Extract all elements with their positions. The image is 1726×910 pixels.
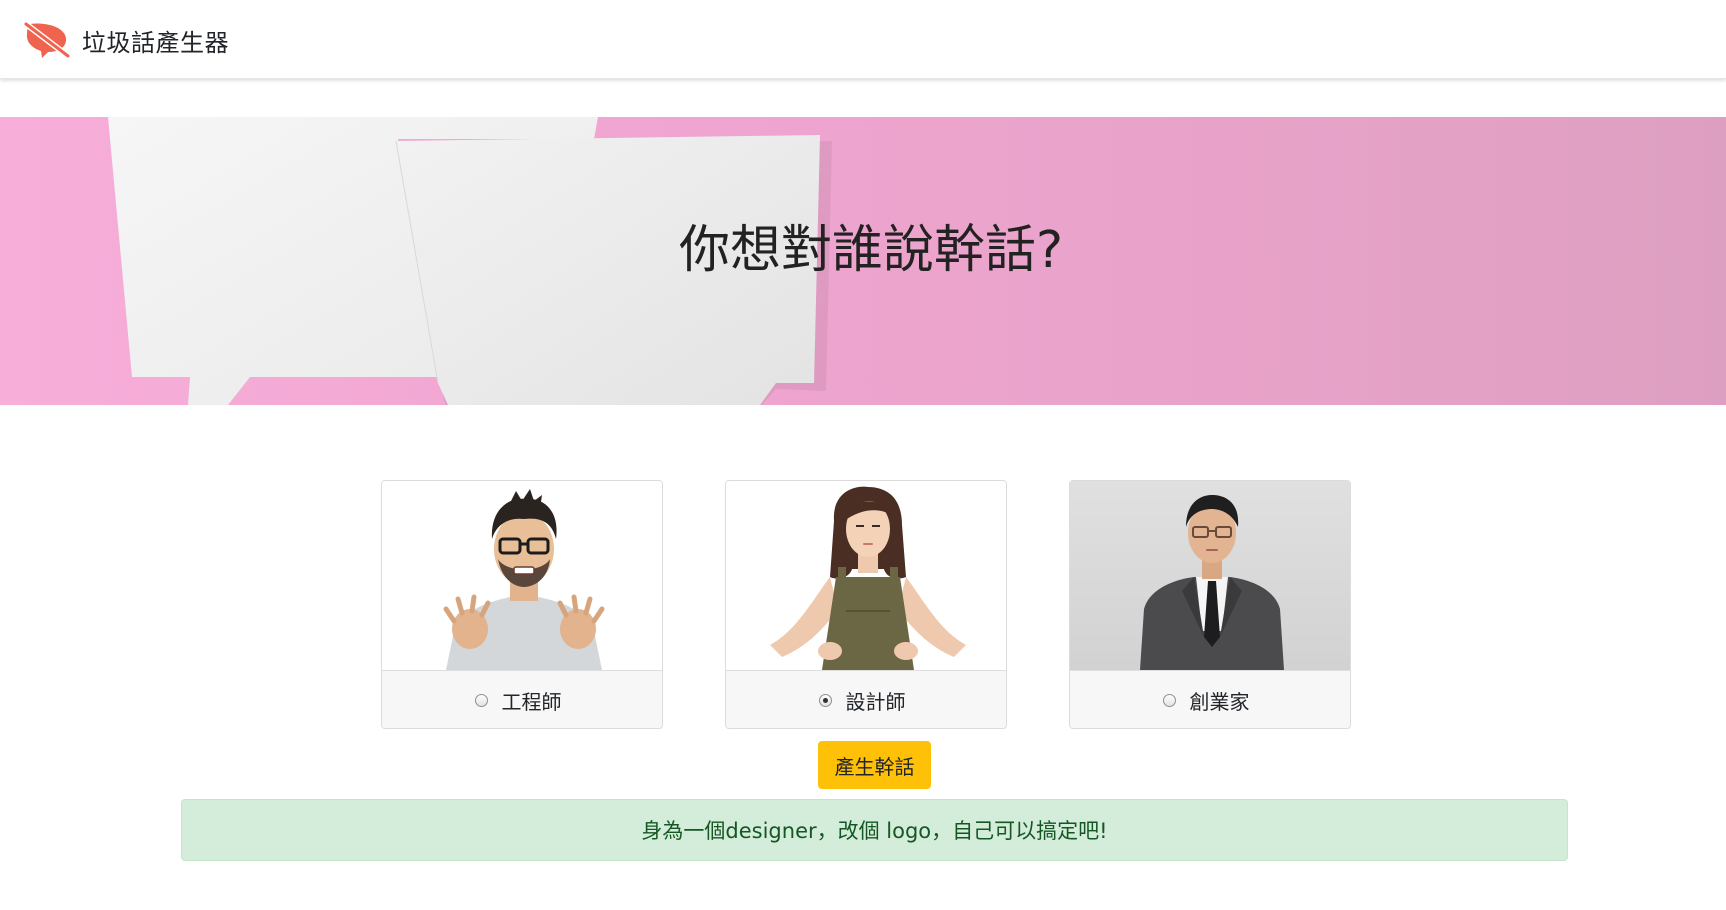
result-alert: 身為一個designer，改個 logo，自己可以搞定吧! xyxy=(181,799,1568,861)
result-text: 身為一個designer，改個 logo，自己可以搞定吧! xyxy=(641,819,1108,843)
hero-banner: 你想對誰說幹話? xyxy=(0,117,1726,405)
radio-engineer[interactable] xyxy=(474,694,488,707)
role-option-entrepreneur[interactable]: 創業家 xyxy=(1070,670,1350,728)
role-option-designer[interactable]: 設計師 xyxy=(726,670,1006,728)
navbar: 垃圾話產生器 xyxy=(0,0,1726,79)
role-label-entrepreneur: 創業家 xyxy=(1189,690,1250,714)
entrepreneur-photo xyxy=(1070,481,1350,670)
generate-button[interactable]: 產生幹話 xyxy=(818,741,931,789)
brand-link[interactable]: 垃圾話產生器 xyxy=(24,20,229,60)
brand-title: 垃圾話產生器 xyxy=(82,28,229,57)
hero-title: 你想對誰說幹話? xyxy=(678,221,1064,280)
role-card-designer[interactable]: 設計師 xyxy=(725,480,1007,729)
designer-photo xyxy=(726,481,1006,670)
role-label-designer: 設計師 xyxy=(845,690,906,714)
radio-designer[interactable] xyxy=(818,694,832,707)
role-card-engineer[interactable]: 工程師 xyxy=(381,480,663,729)
role-label-engineer: 工程師 xyxy=(501,690,562,714)
role-options: 工程師 設計師 創業家 xyxy=(381,480,1353,731)
engineer-photo xyxy=(382,481,662,670)
role-option-engineer[interactable]: 工程師 xyxy=(382,670,662,728)
radio-entrepreneur[interactable] xyxy=(1162,694,1176,707)
role-card-entrepreneur[interactable]: 創業家 xyxy=(1069,480,1351,729)
muted-speech-bubble-icon xyxy=(24,21,71,59)
